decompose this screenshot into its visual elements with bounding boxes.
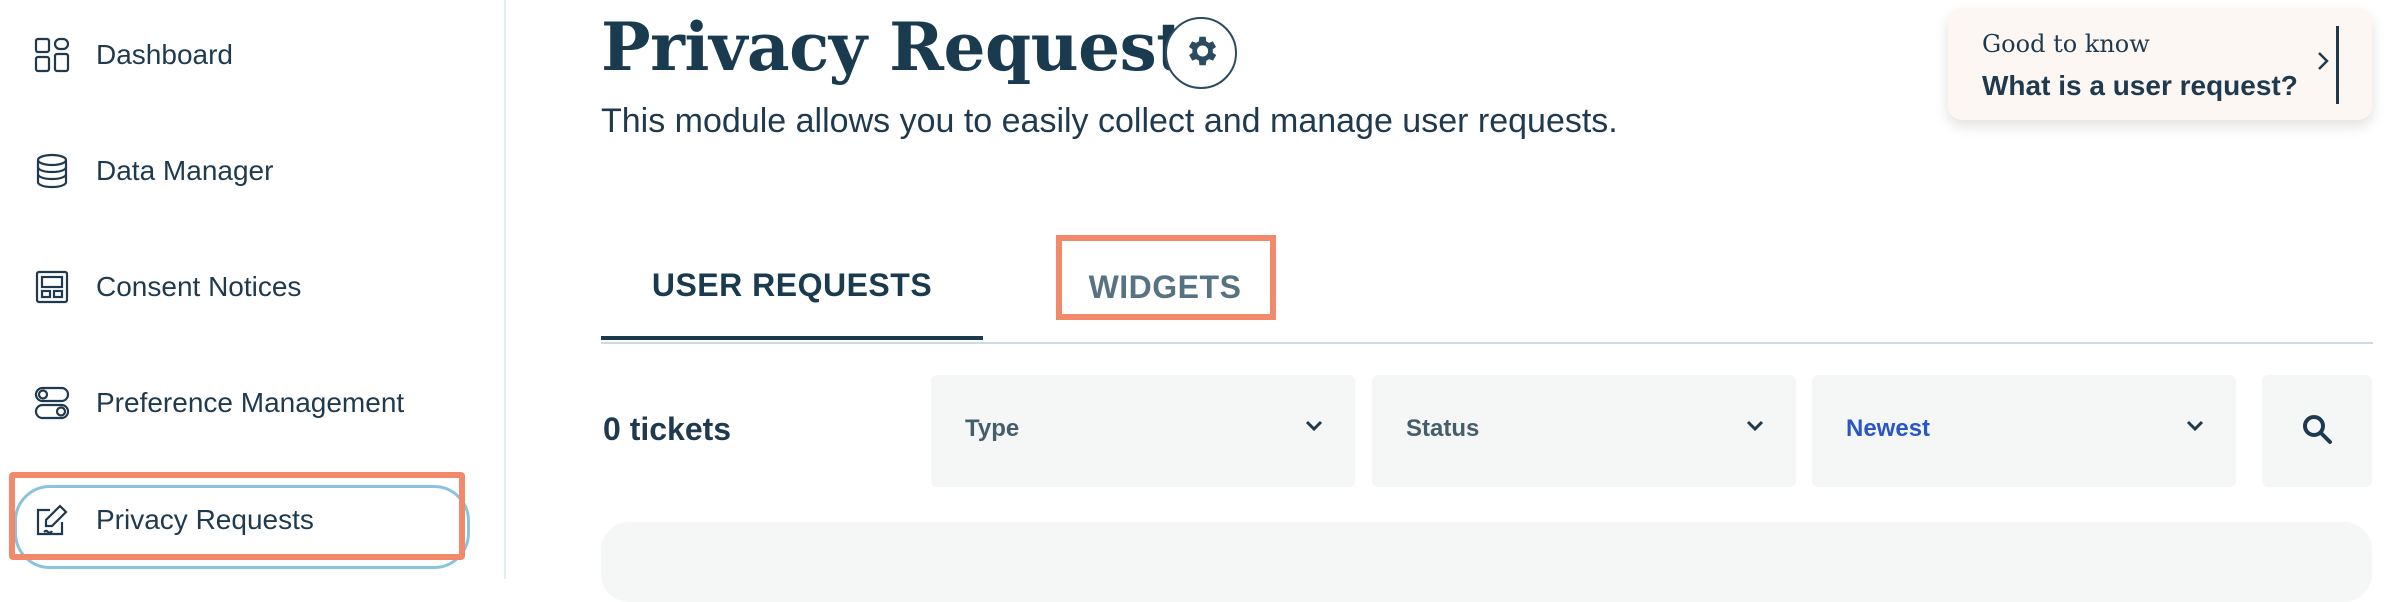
page-title: Privacy Requests: [601, 8, 1223, 86]
search-button[interactable]: [2262, 375, 2372, 487]
sort-dropdown[interactable]: Newest: [1812, 375, 2236, 487]
sidebar-item-dashboard[interactable]: Dashboard: [0, 10, 504, 100]
sidebar: Dashboard Data Manager Consent Notices P…: [0, 0, 506, 579]
chevron-down-icon: [1305, 419, 1323, 437]
dropdown-label: Newest: [1846, 415, 1931, 442]
dashboard-icon: [32, 35, 72, 75]
requests-list-panel: [601, 522, 2372, 602]
dropdown-label: Status: [1406, 415, 1480, 442]
tip-kicker: Good to know: [1982, 30, 2150, 58]
sidebar-item-consent-notices[interactable]: Consent Notices: [0, 242, 504, 332]
tab-widgets[interactable]: WIDGETS: [1057, 234, 1273, 340]
ticket-count: 0 tickets: [603, 411, 732, 447]
good-to-know-card[interactable]: Good to know What is a user request?: [1948, 8, 2372, 120]
sidebar-item-data-manager[interactable]: Data Manager: [0, 126, 504, 216]
sidebar-item-label: Preference Management: [96, 387, 405, 418]
sidebar-item-label: Privacy Requests: [96, 504, 314, 535]
edit-request-icon: [32, 500, 72, 540]
tip-title: What is a user request?: [1982, 70, 2298, 101]
sidebar-item-preference-management[interactable]: Preference Management: [0, 358, 504, 448]
sidebar-item-label: Dashboard: [96, 39, 233, 70]
type-filter-dropdown[interactable]: Type: [931, 375, 1355, 487]
search-icon: [2301, 413, 2333, 450]
toggles-icon: [32, 383, 72, 423]
status-filter-dropdown[interactable]: Status: [1372, 375, 1796, 487]
chevron-right-icon: [2316, 50, 2330, 77]
dropdown-label: Type: [965, 415, 1020, 442]
gear-icon: [1182, 32, 1220, 75]
sidebar-item-privacy-requests[interactable]: Privacy Requests: [0, 475, 504, 569]
chevron-down-icon: [1746, 419, 1764, 437]
consent-notice-icon: [32, 267, 72, 307]
settings-button[interactable]: [1165, 17, 1237, 89]
tab-user-requests[interactable]: USER REQUESTS: [601, 234, 983, 340]
tab-bar: USER REQUESTS WIDGETS: [601, 234, 2373, 344]
divider: [2336, 26, 2339, 104]
sidebar-item-label: Data Manager: [96, 155, 274, 186]
chevron-down-icon: [2186, 419, 2204, 437]
sidebar-item-label: Consent Notices: [96, 271, 302, 302]
database-icon: [32, 151, 72, 191]
page-subtitle: This module allows you to easily collect…: [601, 102, 1618, 140]
